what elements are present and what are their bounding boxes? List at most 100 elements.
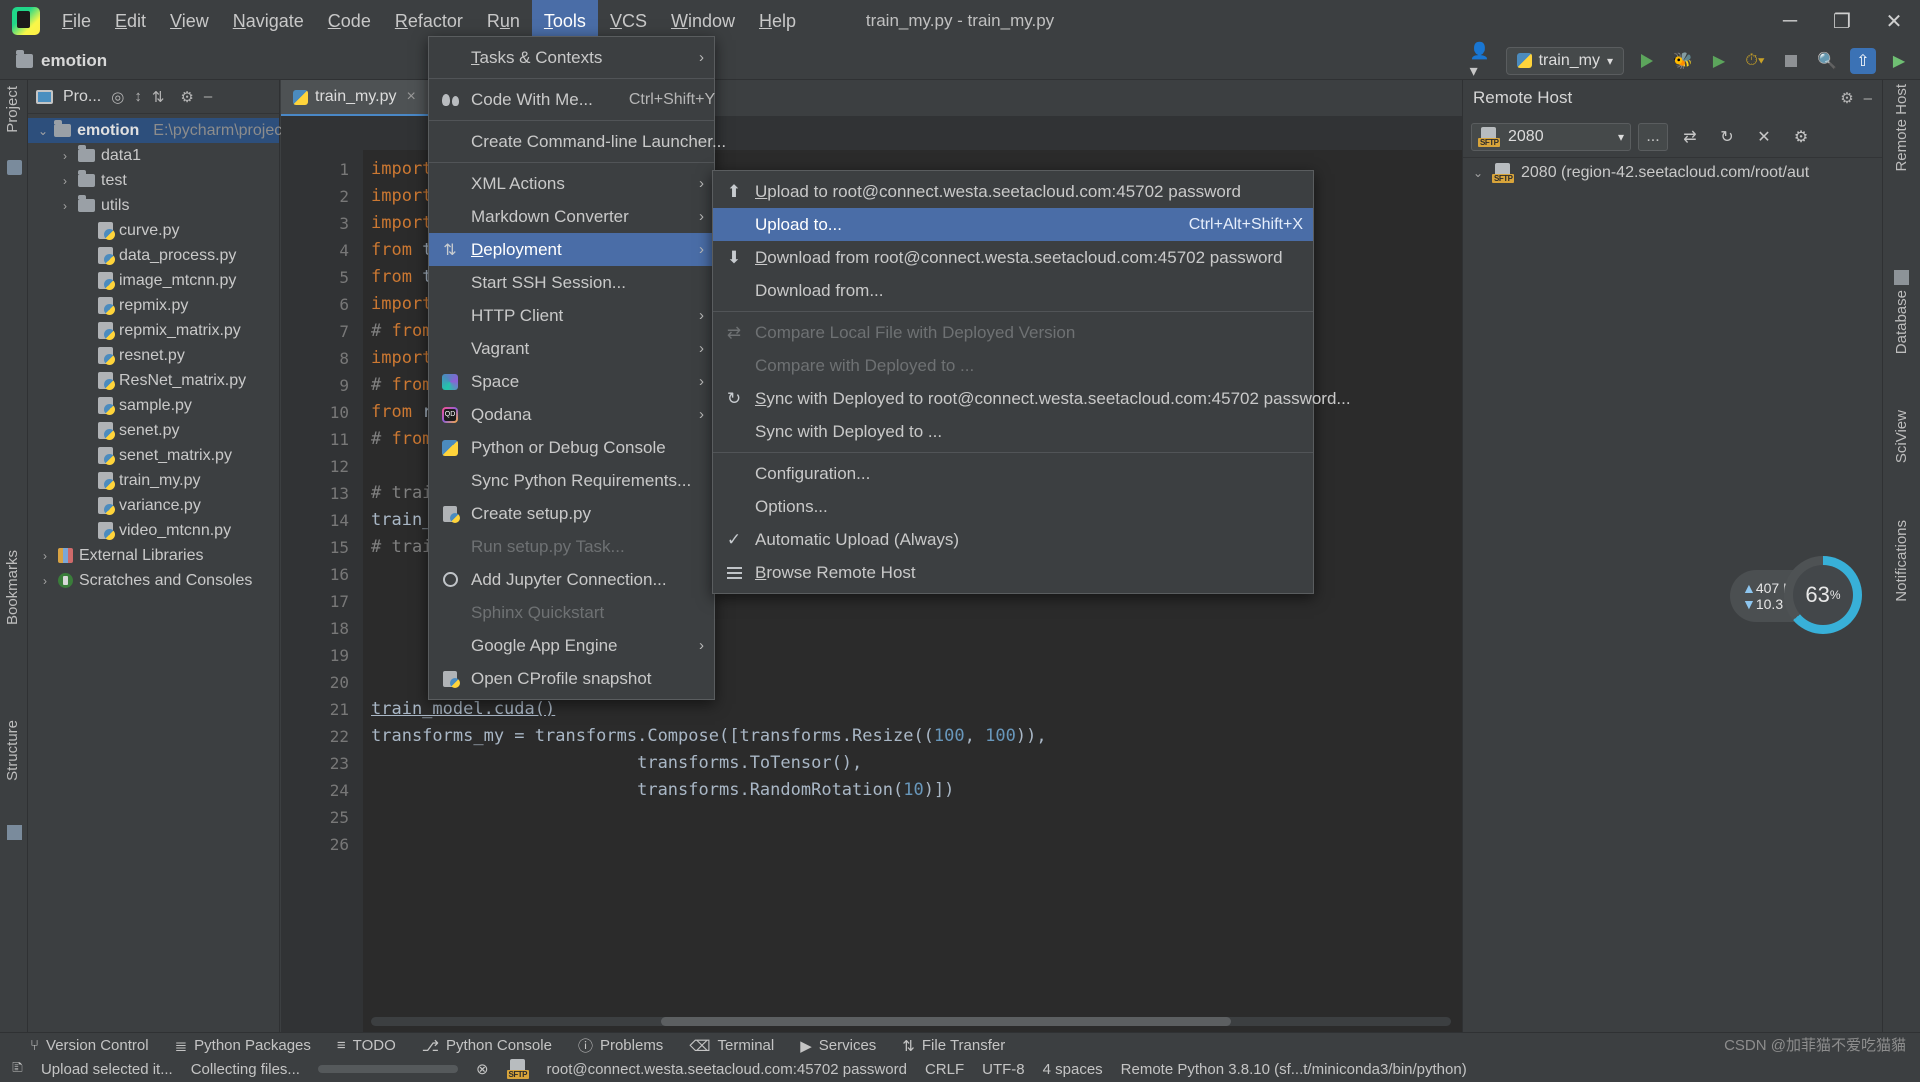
tools-menu-item-deployment[interactable]: ⇅ Deployment › [429, 233, 714, 266]
bottom-tool-services[interactable]: ▶ Services [800, 1037, 876, 1055]
deployment-menu-item-upload-to[interactable]: Upload to... Ctrl+Alt+Shift+X [713, 208, 1313, 241]
line-separator[interactable]: CRLF [925, 1061, 964, 1078]
bottom-tool-file-transfer[interactable]: ⇅ File Transfer [902, 1037, 1005, 1055]
chevron-right-icon[interactable]: › [58, 199, 72, 213]
line-number[interactable]: 25 [281, 804, 363, 831]
close-tab-icon[interactable]: × [407, 88, 416, 106]
stripe-bookmarks[interactable]: Bookmarks [4, 550, 21, 625]
bottom-tool-python-packages[interactable]: ≣ Python Packages [175, 1037, 311, 1055]
remote-target[interactable]: root@connect.westa.seetacloud.com:45702 … [547, 1061, 907, 1078]
line-number[interactable]: 5 [281, 264, 363, 291]
menu-edit[interactable]: Edit [103, 0, 158, 42]
run-icon[interactable] [1634, 48, 1660, 74]
menu-help[interactable]: Help [747, 0, 808, 42]
line-number[interactable]: 7 [281, 318, 363, 345]
bottom-tool-python-console[interactable]: ⎇ Python Console [422, 1037, 552, 1055]
line-number[interactable]: 21 [281, 696, 363, 723]
search-icon[interactable]: 🔍 [1814, 48, 1840, 74]
menu-view[interactable]: View [158, 0, 221, 42]
bottom-tool-bar[interactable]: ⑂ Version Control ≣ Python Packages ≡ TODO ⎇ Py… [0, 1032, 1920, 1058]
project-tree[interactable]: ⌄ emotion E:\pycharm\project › data1 › test › ut… [28, 114, 287, 593]
settings-icon[interactable]: ⚙ [1786, 123, 1816, 151]
tools-menu-item-qodana[interactable]: Qodana › [429, 398, 714, 431]
tree-item-data-process-py[interactable]: data_process.py [28, 243, 279, 268]
stripe-database[interactable]: Database [1893, 290, 1910, 354]
tools-menu-item-markdown-converter[interactable]: Markdown Converter › [429, 200, 714, 233]
tree-item-image-mtcnn-py[interactable]: image_mtcnn.py [28, 268, 279, 293]
line-number[interactable]: 14 [281, 507, 363, 534]
tools-menu-item-create-command-line-launcher[interactable]: Create Command-line Launcher... [429, 125, 726, 158]
horizontal-scrollbar[interactable] [371, 1017, 1451, 1026]
run-coverage-icon[interactable]: ▶ [1706, 48, 1732, 74]
tree-item-train-my-py[interactable]: train_my.py [28, 468, 279, 493]
tools-menu-item-open-cprofile-snapshot[interactable]: Open CProfile snapshot [429, 662, 714, 695]
deployment-menu-item-download-from[interactable]: Download from... [713, 274, 1313, 307]
tools-menu-item-sync-python-requirements[interactable]: Sync Python Requirements... [429, 464, 714, 497]
editor-tab-train-my[interactable]: train_my.py × [281, 80, 428, 116]
deployment-menu-item-download-from-root-connect-westa-seetacloud[interactable]: ⬇ Download from root@connect.westa.seetac… [713, 241, 1313, 274]
line-number[interactable]: 16 [281, 561, 363, 588]
line-number[interactable]: 24 [281, 777, 363, 804]
tools-menu-item-vagrant[interactable]: Vagrant › [429, 332, 714, 365]
deployment-menu-item-configuration[interactable]: Configuration... [713, 457, 1313, 490]
tree-item-senet-matrix-py[interactable]: senet_matrix.py [28, 443, 279, 468]
expand-all-icon[interactable]: ⇅ [152, 88, 165, 106]
tree-item-resnet-py[interactable]: resnet.py [28, 343, 279, 368]
user-avatar-icon[interactable]: 👤▾ [1470, 43, 1496, 80]
update-icon[interactable]: ⇧ [1850, 47, 1876, 74]
stripe-structure[interactable]: Structure [4, 720, 21, 781]
line-number[interactable]: 2 [281, 183, 363, 210]
line-number[interactable]: 18 [281, 615, 363, 642]
deployment-menu-item-sync-with-deployed-to-root-connect-westa-see[interactable]: ↻ Sync with Deployed to root@connect.west… [713, 382, 1351, 415]
python-interpreter[interactable]: Remote Python 3.8.10 (sf...t/miniconda3/… [1121, 1061, 1467, 1078]
hide-icon[interactable]: – [1864, 90, 1872, 107]
tree-item-utils[interactable]: › utils [28, 193, 279, 218]
stripe-notifications[interactable]: Notifications [1893, 520, 1910, 602]
background-task-icon[interactable]: 🗈 [12, 1057, 23, 1082]
line-number[interactable]: 10 [281, 399, 363, 426]
line-number[interactable]: 9 [281, 372, 363, 399]
line-number[interactable]: 3 [281, 210, 363, 237]
chevron-right-icon[interactable]: › [58, 174, 72, 188]
tree-item-external-libraries[interactable]: › External Libraries [28, 543, 279, 568]
tools-menu-item-start-ssh-session[interactable]: Start SSH Session... [429, 266, 714, 299]
tree-item-curve-py[interactable]: curve.py [28, 218, 279, 243]
bottom-tool-terminal[interactable]: ⌫ Terminal [689, 1037, 774, 1055]
close-button[interactable]: ✕ [1868, 0, 1920, 42]
hide-icon[interactable]: – [204, 88, 212, 105]
line-number[interactable]: 19 [281, 642, 363, 669]
collapse-all-icon[interactable]: ↕ [134, 88, 142, 105]
deployment-menu-item-options[interactable]: Options... [713, 490, 1313, 523]
deployment-menu-item-automatic-upload-always[interactable]: ✓ Automatic Upload (Always) [713, 523, 1313, 556]
run-config-selector[interactable]: train_my ▾ [1505, 46, 1624, 75]
bottom-tool-version-control[interactable]: ⑂ Version Control [30, 1037, 149, 1054]
cancel-task-icon[interactable]: ⊗ [476, 1060, 489, 1078]
tools-menu-item-space[interactable]: Space › [429, 365, 714, 398]
tools-menu-item-tasks-contexts[interactable]: Tasks & Contexts › [429, 41, 714, 74]
chevron-right-icon[interactable]: › [58, 149, 72, 163]
profile-icon[interactable]: ⏱▾ [1742, 48, 1768, 74]
line-number[interactable]: 13 [281, 480, 363, 507]
line-number[interactable]: 12 [281, 453, 363, 480]
deployment-menu-item-sync-with-deployed-to[interactable]: Sync with Deployed to ... [713, 415, 1313, 448]
bottom-tool-problems[interactable]: ⓘ Problems [578, 1035, 663, 1056]
tree-item-video-mtcnn-py[interactable]: video_mtcnn.py [28, 518, 279, 543]
ellipsis-button[interactable]: ... [1638, 122, 1668, 151]
target-icon[interactable]: ◎ [111, 88, 124, 106]
structure-mini-icon[interactable] [7, 160, 22, 175]
maximize-button[interactable]: ❐ [1816, 0, 1868, 42]
line-number[interactable]: 1 [281, 156, 363, 183]
sync-down-icon[interactable]: ⇄ [1675, 123, 1705, 151]
line-number[interactable]: 4 [281, 237, 363, 264]
tree-item-scratches-and-consoles[interactable]: › Scratches and Consoles [28, 568, 279, 593]
tools-menu-item-code-with-me[interactable]: Code With Me... Ctrl+Shift+Y [429, 83, 715, 116]
stripe-remote-host[interactable]: Remote Host [1893, 84, 1910, 172]
tree-item-repmix-py[interactable]: repmix.py [28, 293, 279, 318]
database-mini-icon[interactable] [1894, 270, 1909, 285]
tools-menu-item-http-client[interactable]: HTTP Client › [429, 299, 714, 332]
deployment-menu-item-browse-remote-host[interactable]: Browse Remote Host [713, 556, 1313, 589]
stripe-sciview[interactable]: SciView [1893, 410, 1910, 463]
tree-item-emotion[interactable]: ⌄ emotion E:\pycharm\project [28, 118, 287, 143]
tree-item-variance-py[interactable]: variance.py [28, 493, 279, 518]
server-selector[interactable]: SFTP 2080 ▾ [1471, 122, 1631, 151]
